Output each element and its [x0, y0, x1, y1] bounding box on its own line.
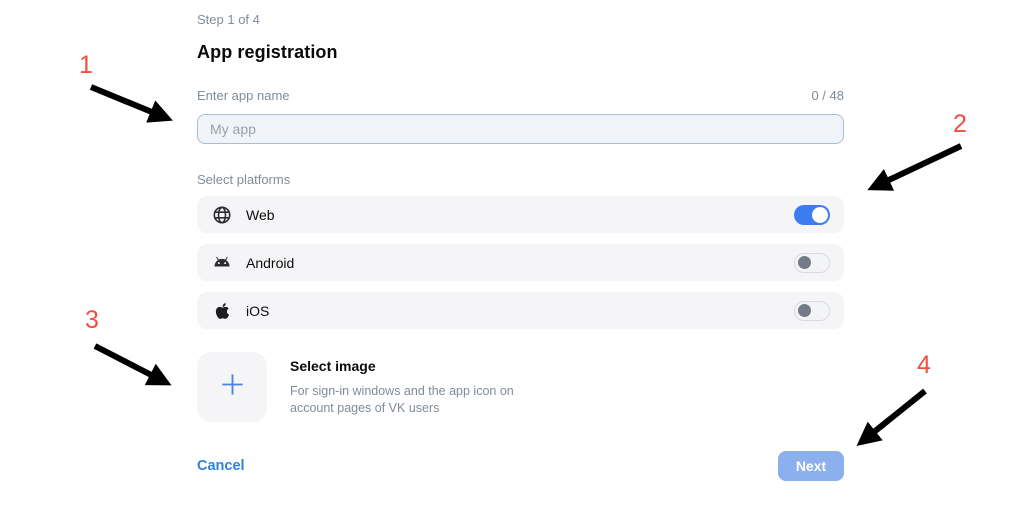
annotation-number-3: 3 [85, 307, 99, 333]
platform-label-web: Web [246, 207, 794, 223]
app-name-input[interactable] [197, 114, 844, 144]
image-picker-title: Select image [290, 357, 548, 375]
image-picker-info: Select image For sign-in windows and the… [290, 352, 548, 417]
step-indicator: Step 1 of 4 [197, 12, 844, 28]
plus-icon [217, 369, 248, 405]
page-title: App registration [197, 40, 844, 64]
toggle-knob [798, 304, 811, 317]
form-footer: Cancel Next [197, 451, 844, 481]
annotation-number-2: 2 [953, 111, 967, 137]
cancel-button[interactable]: Cancel [197, 458, 245, 474]
char-counter: 0 / 48 [811, 88, 844, 104]
select-image-button[interactable] [197, 352, 267, 422]
platform-label-android: Android [246, 255, 794, 271]
arrow-1-to-app-name-input [91, 87, 164, 117]
app-name-field-header: Enter app name 0 / 48 [197, 88, 844, 104]
arrow-4-to-next-button [864, 391, 925, 440]
platform-list: Web Android [197, 196, 844, 329]
ios-toggle[interactable] [794, 301, 830, 321]
android-toggle[interactable] [794, 253, 830, 273]
app-registration-form: Step 1 of 4 App registration Enter app n… [197, 12, 844, 481]
toggle-knob [798, 256, 811, 269]
image-picker-section: Select image For sign-in windows and the… [197, 352, 844, 422]
platforms-section-label: Select platforms [197, 172, 844, 188]
platform-row-ios[interactable]: iOS [197, 292, 844, 329]
annotation-number-4: 4 [917, 352, 931, 378]
android-icon [211, 256, 233, 269]
toggle-knob [812, 207, 828, 223]
image-picker-description: For sign-in windows and the app icon on … [290, 383, 548, 417]
web-toggle[interactable] [794, 205, 830, 225]
app-name-label: Enter app name [197, 88, 290, 104]
annotation-number-1: 1 [79, 52, 93, 78]
arrow-2-to-web-toggle [876, 146, 961, 186]
apple-icon [211, 302, 233, 320]
platform-row-android[interactable]: Android [197, 244, 844, 281]
arrow-3-to-select-image [95, 346, 163, 381]
next-button[interactable]: Next [778, 451, 844, 481]
platform-row-web[interactable]: Web [197, 196, 844, 233]
platform-label-ios: iOS [246, 303, 794, 319]
globe-icon [211, 205, 233, 225]
